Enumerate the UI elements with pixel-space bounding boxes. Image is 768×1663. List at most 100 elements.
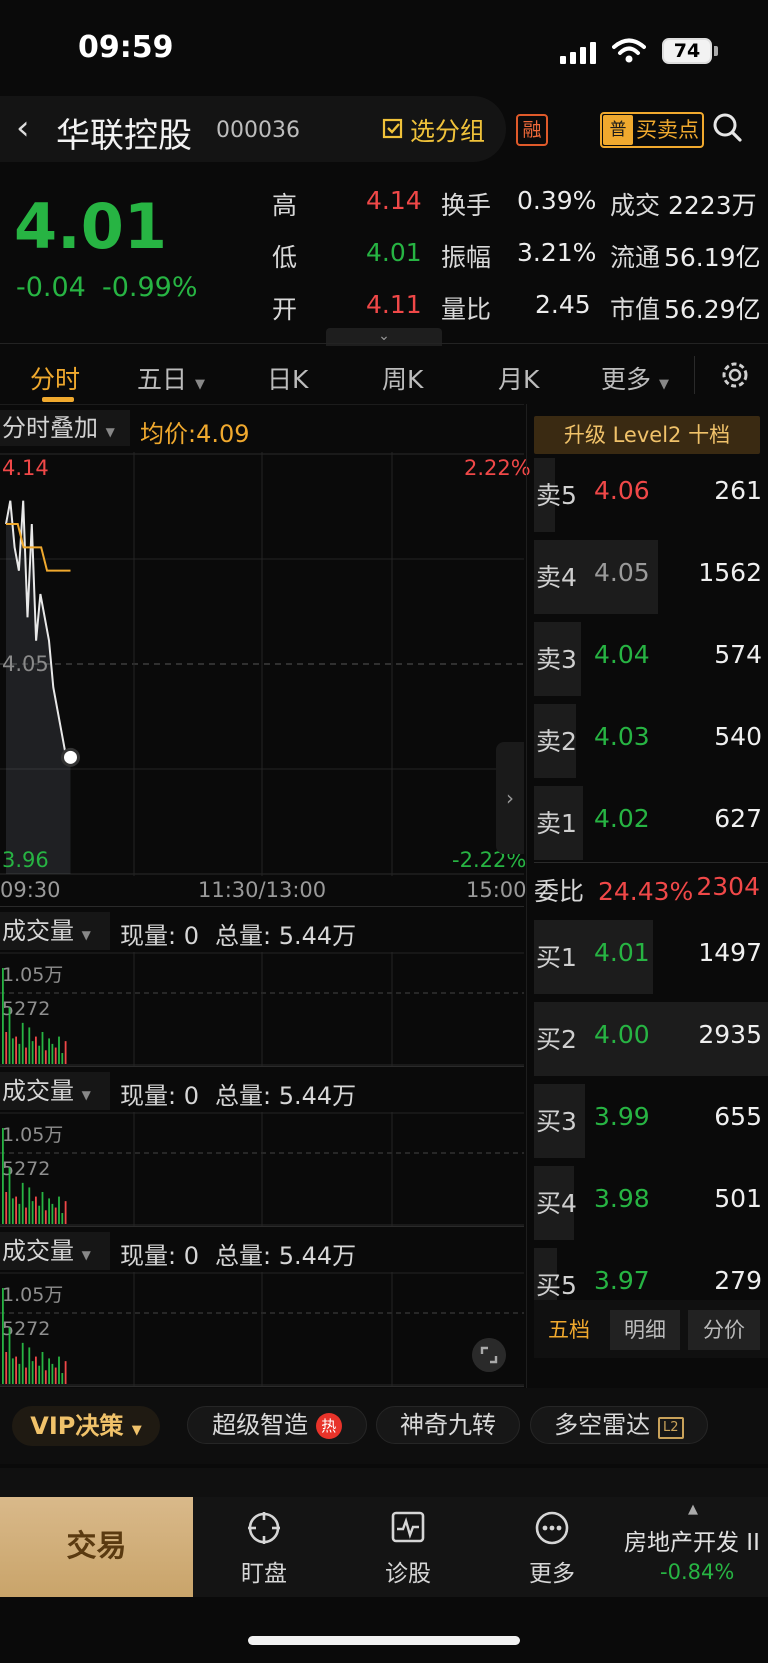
volume-bar [11, 1198, 14, 1224]
bid-volume: 655 [714, 1102, 762, 1131]
add-group-label: 选分组 [410, 117, 486, 146]
intraday-chart[interactable] [0, 452, 524, 876]
tab-intraday[interactable]: 分时 [30, 360, 80, 396]
fullscreen-icon[interactable] [472, 1338, 506, 1372]
ask-side-label: 卖5 [536, 481, 577, 510]
ask-side-label: 卖3 [536, 645, 577, 674]
tab-more[interactable]: 更多 ▼ [601, 360, 669, 396]
volume-now: 现量: 0 [120, 1082, 199, 1110]
volume-bar [54, 1207, 57, 1224]
back-arrow-icon[interactable]: ‹ [16, 108, 30, 148]
float-label: 流通 [610, 243, 661, 272]
high-value: 4.14 [366, 186, 422, 215]
amplitude-label: 振幅 [441, 243, 492, 272]
trade-button[interactable]: 交易 [0, 1497, 193, 1597]
bid-row[interactable]: 买3 3.99 655 [534, 1080, 768, 1162]
volume-bar [11, 1038, 14, 1064]
nav-diagnose[interactable]: 诊股 [358, 1510, 458, 1588]
ask-volume: 574 [714, 640, 762, 669]
tab-price-dist[interactable]: 分价 [688, 1310, 760, 1350]
bid-side-label: 买3 [536, 1107, 577, 1136]
bid-price: 4.01 [594, 938, 650, 967]
wifi-icon [612, 38, 646, 63]
divider [0, 906, 524, 907]
bid-row[interactable]: 买4 3.98 501 [534, 1162, 768, 1244]
tab-daily-k[interactable]: 日K [267, 360, 308, 396]
bid-row[interactable]: 买1 4.01 1497 [534, 916, 768, 998]
avg-price: 均价:4.09 [140, 420, 250, 448]
upgrade-level2-button[interactable]: 升级 Level2 十档 [534, 416, 760, 454]
tab-weekly-k[interactable]: 周K [382, 360, 423, 396]
nav-watch[interactable]: 盯盘 [214, 1510, 314, 1588]
volume-bar [58, 1196, 60, 1224]
volume-bar [8, 1167, 11, 1224]
nav-diagnose-label: 诊股 [385, 1561, 431, 1587]
nav-more[interactable]: 更多 [502, 1510, 602, 1588]
volume-bar [2, 968, 4, 1064]
chevron-right-icon[interactable]: › [496, 742, 524, 854]
status-time: 09:59 [78, 30, 174, 65]
ask-volume: 627 [714, 804, 762, 833]
overlay-selector[interactable]: 分时叠加 ▼ [0, 410, 130, 446]
bid-price: 3.97 [594, 1266, 650, 1295]
volume-bar [25, 1367, 27, 1384]
divider [526, 404, 527, 1388]
volume-bar [31, 1201, 34, 1224]
current-price: 4.01 [14, 190, 167, 263]
volume-selector[interactable]: 成交量 ▼ [0, 912, 110, 950]
ask-row[interactable]: 卖4 4.05 1562 [534, 536, 768, 618]
ask-side-label: 卖2 [536, 727, 577, 756]
tab-five-day[interactable]: 五日 ▼ [137, 360, 205, 396]
magic-nine-button[interactable]: 神奇九转 [376, 1406, 520, 1444]
divider [0, 404, 524, 405]
gear-icon[interactable] [718, 358, 752, 392]
divider [534, 862, 768, 863]
tab-monthly-k[interactable]: 月K [498, 360, 539, 396]
tab-five-levels[interactable]: 五档 [534, 1310, 604, 1350]
volume-bar [35, 1356, 37, 1384]
tab-five-day-label: 五日 [137, 365, 188, 394]
super-manufacture-button[interactable]: 超级智造 热 [187, 1406, 367, 1444]
bid-volume: 2935 [698, 1020, 762, 1049]
volume-bar [38, 1205, 41, 1224]
ask-price: 4.02 [594, 804, 650, 833]
order-ratio-label: 委比 [534, 877, 585, 906]
volume-selector[interactable]: 成交量 ▼ [0, 1072, 110, 1110]
caret-down-icon: ▼ [131, 1423, 142, 1438]
tab-details[interactable]: 明细 [610, 1310, 680, 1350]
volume-selector[interactable]: 成交量 ▼ [0, 1232, 110, 1270]
volume-chart [0, 1272, 524, 1386]
bid-volume: 279 [714, 1266, 762, 1295]
tab-active-indicator [42, 397, 74, 402]
bid-price: 3.98 [594, 1184, 650, 1213]
volume-bar [41, 1352, 44, 1384]
caret-down-icon: ▼ [81, 1088, 91, 1102]
caret-down-icon: ▼ [81, 928, 91, 942]
vip-label: VIP决策 [30, 1412, 124, 1440]
volume-bar [44, 1050, 47, 1064]
hot-badge: 热 [315, 1413, 342, 1439]
volume-bar [2, 1288, 4, 1384]
sector-name[interactable]: 房地产开发 II [624, 1523, 760, 1557]
search-icon[interactable] [712, 112, 742, 142]
volume-now: 现量: 0 [120, 922, 199, 950]
ask-price: 4.04 [594, 640, 650, 669]
volume-bar [31, 1361, 34, 1384]
ask-row[interactable]: 卖1 4.02 627 [534, 782, 768, 864]
volume-total: 总量: 5.44万 [215, 1082, 357, 1110]
bid-price: 4.00 [594, 1020, 650, 1049]
ask-row[interactable]: 卖2 4.03 540 [534, 700, 768, 782]
bull-bear-radar-button[interactable]: 多空雷达 L2 [530, 1406, 708, 1444]
vip-decision-button[interactable]: VIP决策 ▼ [12, 1406, 160, 1446]
ask-row[interactable]: 卖3 4.04 574 [534, 618, 768, 700]
volume-bar [64, 1041, 67, 1064]
volume-now: 现量: 0 [120, 1242, 199, 1270]
volume-bar [25, 1207, 27, 1224]
volume-bar [54, 1367, 57, 1384]
order-ratio-pct: 24.43% [597, 877, 694, 906]
margin-badge[interactable]: 融 [516, 114, 548, 146]
volume-bar [18, 1363, 21, 1384]
bid-row[interactable]: 买2 4.00 2935 [534, 998, 768, 1080]
open-value: 4.11 [366, 290, 422, 319]
ask-row[interactable]: 卖5 4.06 261 [534, 454, 768, 536]
